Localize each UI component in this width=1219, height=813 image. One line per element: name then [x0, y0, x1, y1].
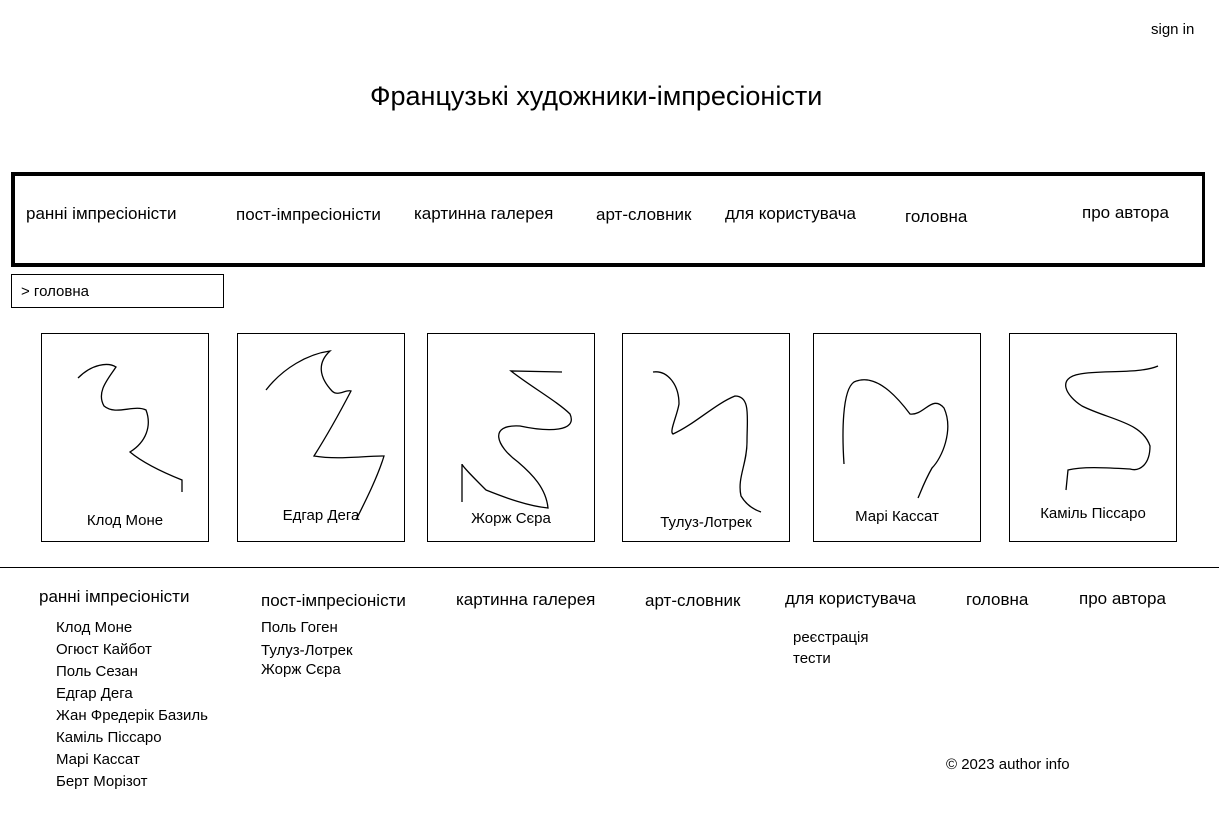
nav-early-impressionists[interactable]: ранні імпресіоністи [26, 204, 176, 224]
artist-card[interactable]: Каміль Піссаро [1009, 333, 1177, 542]
nav-gallery[interactable]: картинна галерея [414, 204, 553, 224]
sign-in-link[interactable]: sign in [1151, 21, 1194, 38]
nav-about-author[interactable]: про автора [1082, 203, 1169, 223]
breadcrumb: > головна [11, 274, 224, 308]
artist-card[interactable]: Жорж Сєра [427, 333, 595, 542]
breadcrumb-text[interactable]: > головна [21, 283, 89, 300]
nav-home[interactable]: головна [905, 207, 967, 227]
painting-placeholder [652, 371, 762, 513]
footer-link[interactable]: Клод Моне [56, 619, 132, 636]
copyright: © 2023 author info [946, 756, 1070, 773]
footer-link[interactable]: Тулуз-Лотрек [261, 642, 353, 659]
footer-link[interactable]: тести [793, 650, 831, 667]
footer-heading-gallery[interactable]: картинна галерея [456, 590, 595, 610]
painting-placeholder [77, 363, 183, 492]
artist-name: Марі Кассат [855, 508, 939, 525]
artist-name: Жорж Сєра [471, 510, 551, 527]
footer-link[interactable]: реєстрація [793, 629, 868, 646]
artist-name: Тулуз-Лотрек [660, 514, 752, 531]
artist-card[interactable]: Едгар Дега [237, 333, 405, 542]
artist-card[interactable]: Марі Кассат [813, 333, 981, 542]
artist-card[interactable]: Тулуз-Лотрек [622, 333, 790, 542]
footer-link[interactable]: Огюст Кайбот [56, 641, 152, 658]
footer-link[interactable]: Жорж Сєра [261, 661, 341, 678]
artist-name: Клод Моне [86, 512, 164, 529]
page-title: Французькі художники-імпресіоністи [370, 81, 823, 111]
footer-link[interactable]: Жан Фредерік Базиль [56, 707, 208, 724]
artist-name: Едгар Дега [282, 507, 360, 524]
footer-heading-art-dictionary[interactable]: арт-словник [645, 591, 740, 611]
footer-heading-post[interactable]: пост-імпресіоністи [261, 591, 406, 611]
footer-heading-about[interactable]: про автора [1079, 589, 1166, 609]
artist-card[interactable]: Клод Моне [41, 333, 209, 542]
footer-heading-home[interactable]: головна [966, 590, 1028, 610]
footer-link[interactable]: Едгар Дега [56, 685, 133, 702]
footer-divider [0, 567, 1219, 568]
footer-link[interactable]: Берт Морізот [56, 773, 148, 790]
nav-for-user[interactable]: для користувача [725, 204, 856, 224]
nav-art-dictionary[interactable]: арт-словник [596, 205, 691, 225]
footer-link[interactable]: Поль Сезан [56, 663, 138, 680]
nav-post-impressionists[interactable]: пост-імпресіоністи [236, 205, 381, 225]
footer-link[interactable]: Марі Кассат [56, 751, 140, 768]
footer-link[interactable]: Поль Гоген [261, 619, 338, 636]
artist-name: Каміль Піссаро [1040, 505, 1146, 522]
footer-heading-early[interactable]: ранні імпресіоністи [39, 587, 189, 607]
footer-heading-for-user[interactable]: для користувача [785, 589, 916, 609]
footer-link[interactable]: Каміль Піссаро [56, 729, 162, 746]
